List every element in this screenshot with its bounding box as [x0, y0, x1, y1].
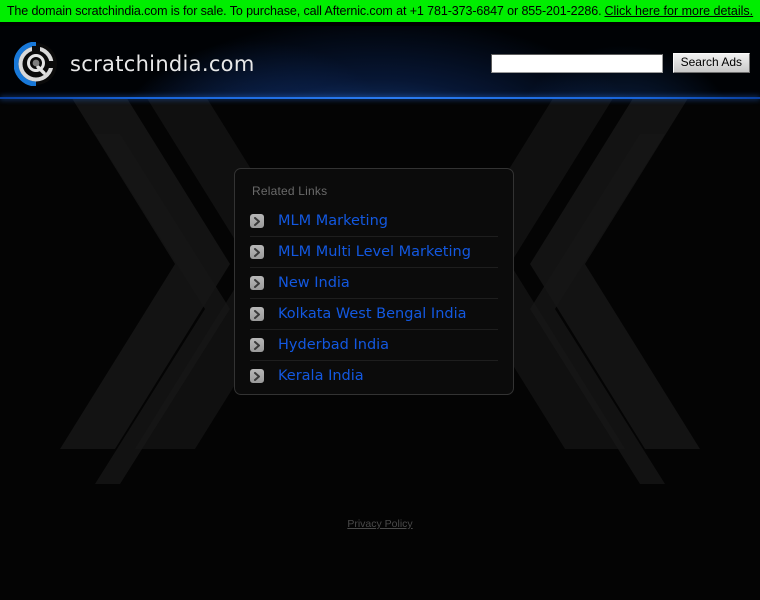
page-body: Related Links MLM Marketing MLM Multi Le… [0, 99, 760, 600]
circular-search-logo-icon [13, 41, 58, 87]
privacy-policy-link[interactable]: Privacy Policy [347, 518, 412, 530]
banner-message: The domain scratchindia.com is for sale.… [6, 4, 602, 18]
related-link[interactable]: New India [278, 275, 350, 291]
site-header: scratchindia.com Search Ads [0, 26, 760, 99]
brand-title: scratchindia.com [70, 52, 255, 76]
related-links-title: Related Links [252, 184, 328, 198]
search-area: Search Ads [490, 53, 750, 73]
chevron-right-icon [250, 338, 264, 352]
domain-for-sale-banner: The domain scratchindia.com is for sale.… [0, 0, 760, 24]
related-link[interactable]: Kolkata West Bengal India [278, 306, 467, 322]
chevron-right-icon [250, 276, 264, 290]
list-item[interactable]: New India [250, 268, 498, 299]
related-link[interactable]: MLM Multi Level Marketing [278, 244, 471, 260]
related-link[interactable]: Kerala India [278, 368, 364, 384]
related-link[interactable]: Hyderbad India [278, 337, 389, 353]
header-divider [0, 97, 760, 99]
related-links-card: Related Links MLM Marketing MLM Multi Le… [234, 168, 514, 395]
related-link[interactable]: MLM Marketing [278, 213, 388, 229]
list-item[interactable]: Kolkata West Bengal India [250, 299, 498, 330]
footer: Privacy Policy [0, 514, 760, 532]
chevron-right-icon [250, 369, 264, 383]
list-item[interactable]: MLM Marketing [250, 206, 498, 237]
related-links-list: MLM Marketing MLM Multi Level Marketing … [235, 206, 513, 391]
search-input[interactable] [490, 53, 663, 73]
list-item[interactable]: Kerala India [250, 361, 498, 391]
banner-details-link[interactable]: Click here for more details. [604, 4, 753, 18]
chevron-right-icon [250, 214, 264, 228]
list-item[interactable]: Hyderbad India [250, 330, 498, 361]
brand[interactable]: scratchindia.com [13, 41, 255, 87]
list-item[interactable]: MLM Multi Level Marketing [250, 237, 498, 268]
search-ads-button[interactable]: Search Ads [672, 53, 750, 73]
chevron-right-icon [250, 245, 264, 259]
chevron-right-icon [250, 307, 264, 321]
